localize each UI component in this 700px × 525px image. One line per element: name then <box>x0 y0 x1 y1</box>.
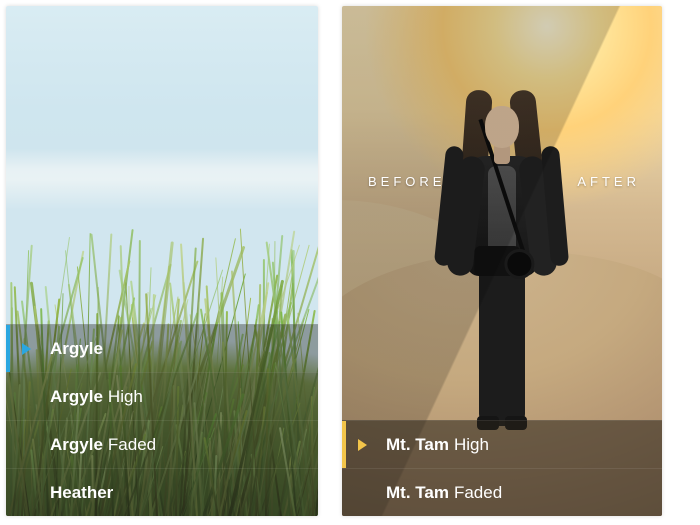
filter-variant: High <box>108 387 143 407</box>
filter-item-argyle-high[interactable]: Argyle High <box>6 372 318 420</box>
screenshot-right: BEFORE AFTER Mt. Tam High Mt. Tam Faded <box>342 6 662 516</box>
filter-base-name: Argyle <box>50 387 103 407</box>
before-label: BEFORE <box>368 174 445 189</box>
filter-base-name: Mt. Tam <box>386 435 449 455</box>
filter-item-heather[interactable]: Heather <box>6 468 318 516</box>
filter-variant: Faded <box>108 435 156 455</box>
filter-list[interactable]: Mt. Tam High Mt. Tam Faded <box>342 420 662 516</box>
filter-base-name: Heather <box>50 483 113 503</box>
after-label: AFTER <box>577 174 640 189</box>
selected-marker-icon <box>22 343 31 355</box>
filter-item-mt-tam-faded[interactable]: Mt. Tam Faded <box>342 468 662 516</box>
app-screenshots-pair: Argyle Argyle High Argyle Faded Heather <box>0 0 700 525</box>
screenshot-left: Argyle Argyle High Argyle Faded Heather <box>6 6 318 516</box>
filter-variant: High <box>454 435 489 455</box>
filter-item-argyle[interactable]: Argyle <box>6 324 318 372</box>
filter-base-name: Argyle <box>50 435 103 455</box>
filter-list[interactable]: Argyle Argyle High Argyle Faded Heather <box>6 324 318 516</box>
filter-base-name: Argyle <box>50 339 103 359</box>
filter-item-argyle-faded[interactable]: Argyle Faded <box>6 420 318 468</box>
filter-base-name: Mt. Tam <box>386 483 449 503</box>
filter-item-mt-tam-high[interactable]: Mt. Tam High <box>342 420 662 468</box>
selected-marker-icon <box>358 439 367 451</box>
filter-variant: Faded <box>454 483 502 503</box>
